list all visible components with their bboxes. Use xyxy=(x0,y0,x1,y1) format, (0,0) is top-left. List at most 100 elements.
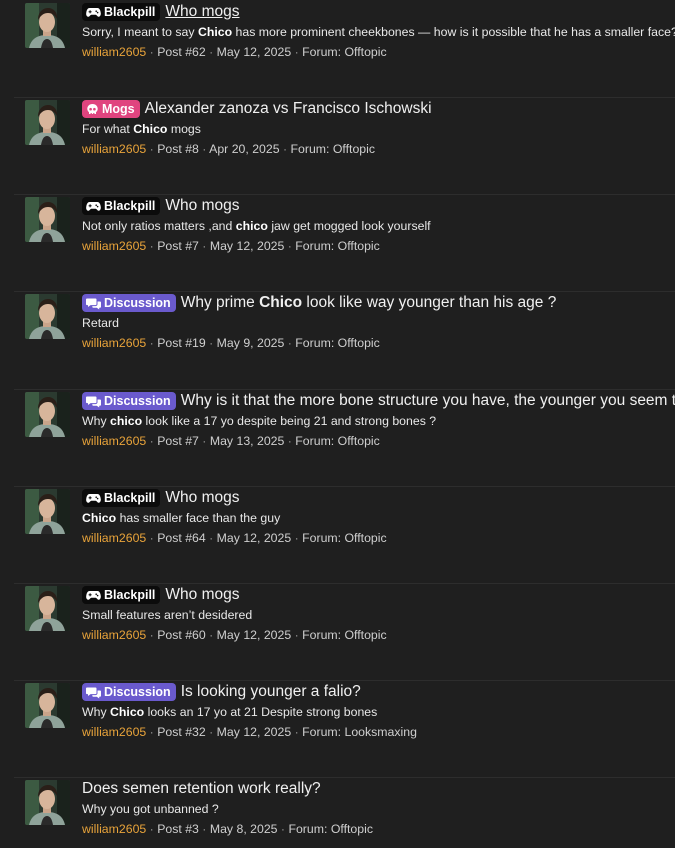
result-snippet: Not only ratios matters ,and chico jaw g… xyxy=(82,219,431,235)
prefix-badge-discussion[interactable]: Discussion xyxy=(82,294,176,312)
prefix-badge-discussion[interactable]: Discussion xyxy=(82,683,176,701)
result-title-link[interactable]: Alexander zanoza vs Francisco Ischowski xyxy=(145,100,432,118)
result-title-link[interactable]: Why prime Chico look like way younger th… xyxy=(181,294,557,312)
text-fragment: Why xyxy=(82,705,111,719)
forum-link[interactable]: Forum: Offtopic xyxy=(302,628,387,642)
forum-link[interactable]: Forum: Offtopic xyxy=(291,142,376,156)
prefix-badge-label: Blackpill xyxy=(104,5,156,19)
post-number-link[interactable]: Post #7 xyxy=(157,434,199,448)
avatar[interactable] xyxy=(25,683,70,728)
prefix-badge-discussion[interactable]: Discussion xyxy=(82,392,176,410)
highlighted-term: Chico xyxy=(110,705,145,719)
meta-separator: · xyxy=(205,628,217,642)
prefix-badge-label: Mogs xyxy=(102,102,135,116)
result-meta: william2605 · Post #7 · May 12, 2025 · F… xyxy=(82,239,380,255)
text-fragment: Who mogs xyxy=(165,197,240,214)
text-fragment: has more prominent cheekbones — how is i… xyxy=(232,25,675,39)
forum-link[interactable]: Forum: Offtopic xyxy=(302,531,387,545)
username-link[interactable]: william2605 xyxy=(82,142,146,156)
result-title-link[interactable]: Is looking younger a falio? xyxy=(181,683,361,701)
prefix-badge-blackpill[interactable]: Blackpill xyxy=(82,489,161,507)
meta-separator: · xyxy=(291,45,303,59)
result-title-line: Mogs Alexander zanoza vs Francisco Ischow… xyxy=(82,98,432,120)
search-result-item: Mogs Alexander zanoza vs Francisco Ischow… xyxy=(0,97,675,194)
text-fragment: Small features aren’t desidered xyxy=(82,608,253,622)
avatar[interactable] xyxy=(25,489,70,534)
result-meta: william2605 · Post #60 · May 12, 2025 · … xyxy=(82,628,387,644)
result-title-line: Discussion Is looking younger a falio? xyxy=(82,681,361,703)
result-title-line: Blackpill Who mogs xyxy=(82,584,240,606)
username-link[interactable]: william2605 xyxy=(82,239,146,253)
result-title-link[interactable]: Who mogs xyxy=(165,489,239,507)
text-fragment: Sorry, I meant to say xyxy=(82,25,198,39)
forum-link[interactable]: Forum: Offtopic xyxy=(295,336,380,350)
result-meta: william2605 · Post #19 · May 9, 2025 · F… xyxy=(82,336,380,352)
post-date: Apr 20, 2025 xyxy=(209,142,280,156)
result-snippet: Sorry, I meant to say Chico has more pro… xyxy=(82,25,675,41)
username-link[interactable]: william2605 xyxy=(82,434,146,448)
result-title-link[interactable]: Does semen retention work really? xyxy=(82,780,321,798)
username-link[interactable]: william2605 xyxy=(82,531,146,545)
highlighted-term: chico xyxy=(110,414,143,428)
text-fragment: Why is it that the more bone structure y… xyxy=(180,392,675,409)
meta-separator: · xyxy=(146,434,158,448)
post-number-link[interactable]: Post #7 xyxy=(157,239,199,253)
forum-link[interactable]: Forum: Offtopic xyxy=(295,434,380,448)
meta-separator: · xyxy=(205,45,217,59)
post-number-link[interactable]: Post #8 xyxy=(157,142,199,156)
result-snippet: Small features aren’t desidered xyxy=(82,608,252,624)
post-number-link[interactable]: Post #62 xyxy=(157,45,206,59)
post-number-link[interactable]: Post #3 xyxy=(157,822,199,836)
result-snippet: Retard xyxy=(82,316,119,332)
result-title-link[interactable]: Who mogs xyxy=(165,3,239,21)
result-snippet: Why Chico looks an 17 yo at 21 Despite s… xyxy=(82,705,377,721)
avatar[interactable] xyxy=(25,100,70,145)
post-number-link[interactable]: Post #60 xyxy=(157,628,206,642)
username-link[interactable]: william2605 xyxy=(82,822,146,836)
username-link[interactable]: william2605 xyxy=(82,336,146,350)
prefix-badge-label: Blackpill xyxy=(104,199,156,213)
meta-separator: · xyxy=(146,531,158,545)
prefix-badge-blackpill[interactable]: Blackpill xyxy=(82,586,161,604)
result-title-link[interactable]: Who mogs xyxy=(165,197,239,215)
avatar[interactable] xyxy=(25,197,70,242)
search-results-list: Blackpill Who mogs Sorry, I meant to say C… xyxy=(0,0,675,848)
highlighted-term: Chico xyxy=(197,25,233,39)
meta-separator: · xyxy=(198,822,210,836)
avatar[interactable] xyxy=(25,3,70,48)
gamepad-icon xyxy=(86,7,101,18)
post-date: May 13, 2025 xyxy=(209,434,285,448)
chat-bubbles-icon xyxy=(86,686,101,699)
avatar[interactable] xyxy=(25,392,70,437)
avatar[interactable] xyxy=(25,586,70,631)
text-fragment: Who mogs xyxy=(165,489,240,506)
meta-separator: · xyxy=(146,142,158,156)
forum-link[interactable]: Forum: Offtopic xyxy=(295,239,380,253)
prefix-badge-blackpill[interactable]: Blackpill xyxy=(82,3,161,21)
result-snippet: Why you got unbanned ? xyxy=(82,802,219,818)
prefix-badge-blackpill[interactable]: Blackpill xyxy=(82,197,161,215)
post-date: May 12, 2025 xyxy=(216,45,292,59)
result-title-link[interactable]: Who mogs xyxy=(165,586,239,604)
username-link[interactable]: william2605 xyxy=(82,45,146,59)
forum-link[interactable]: Forum: Looksmaxing xyxy=(302,725,417,739)
post-number-link[interactable]: Post #32 xyxy=(157,725,206,739)
post-date: May 12, 2025 xyxy=(216,725,292,739)
username-link[interactable]: william2605 xyxy=(82,725,146,739)
post-number-link[interactable]: Post #64 xyxy=(157,531,206,545)
highlighted-term: Chico xyxy=(133,122,168,136)
username-link[interactable]: william2605 xyxy=(82,628,146,642)
result-title-link[interactable]: Why is it that the more bone structure y… xyxy=(181,392,675,410)
prefix-badge-mogs[interactable]: Mogs xyxy=(82,100,140,118)
forum-link[interactable]: Forum: Offtopic xyxy=(302,45,387,59)
meta-separator: · xyxy=(146,628,158,642)
result-snippet: For what Chico mogs xyxy=(82,122,201,138)
result-meta: william2605 · Post #8 · Apr 20, 2025 · F… xyxy=(82,142,375,158)
post-number-link[interactable]: Post #19 xyxy=(157,336,206,350)
avatar[interactable] xyxy=(25,294,70,339)
highlighted-term: Chico xyxy=(259,294,303,311)
meta-separator: · xyxy=(284,336,296,350)
avatar[interactable] xyxy=(25,780,70,825)
forum-link[interactable]: Forum: Offtopic xyxy=(288,822,373,836)
prefix-badge-label: Blackpill xyxy=(104,491,156,505)
